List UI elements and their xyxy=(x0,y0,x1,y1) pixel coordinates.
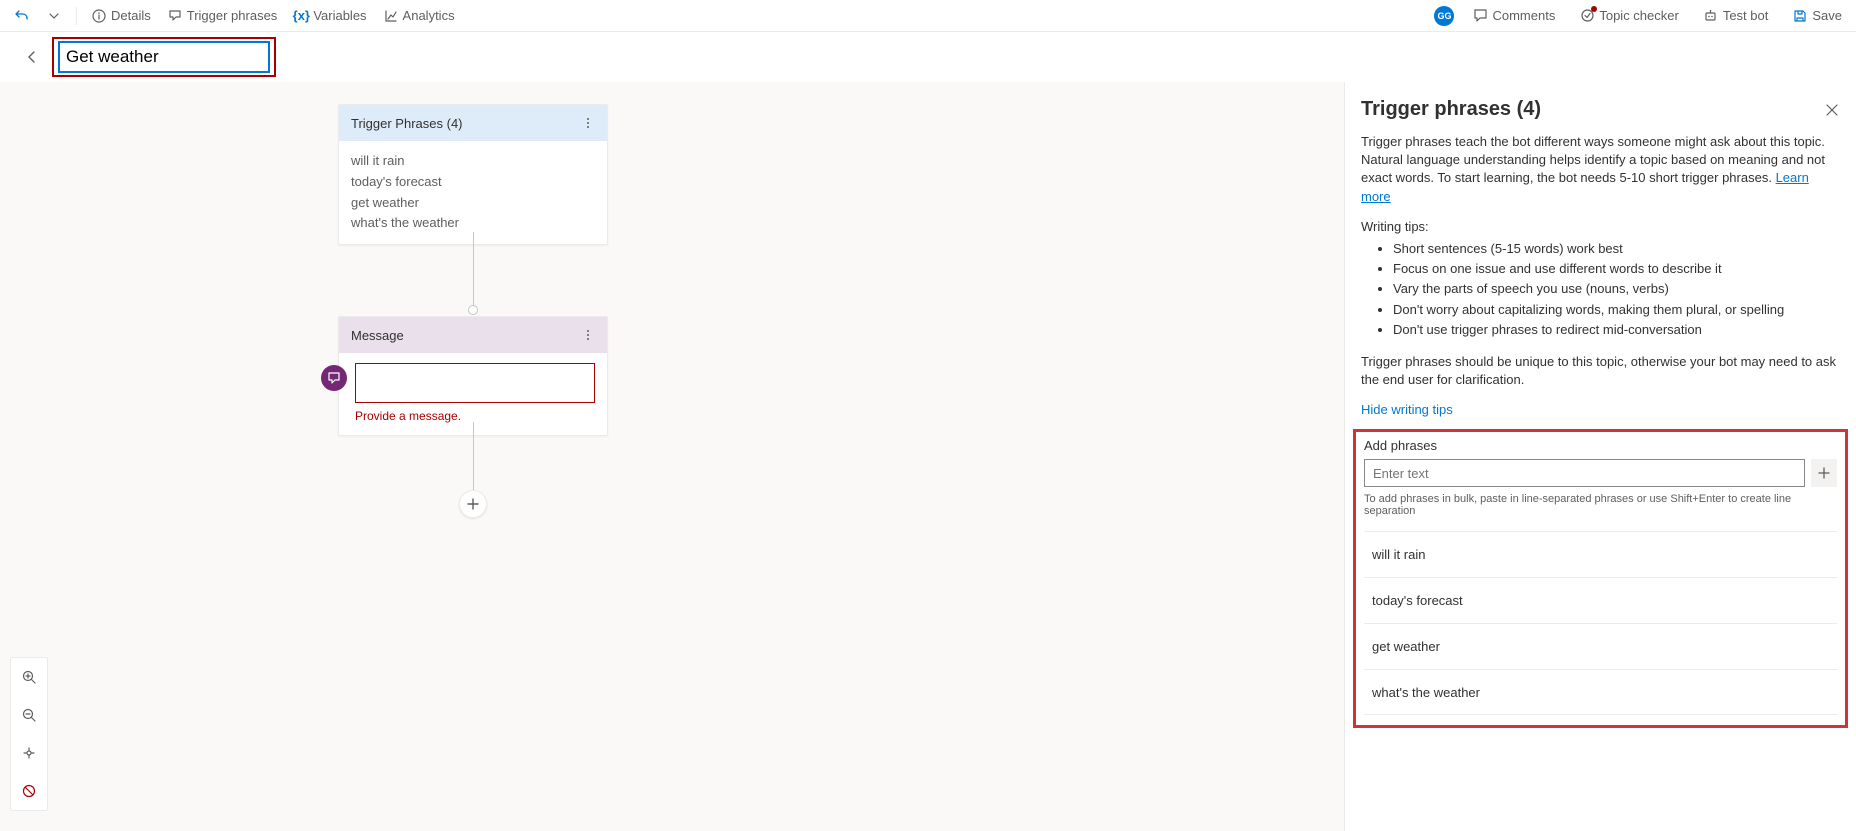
trigger-phrases-button[interactable]: Trigger phrases xyxy=(161,4,284,28)
topic-checker-icon xyxy=(1579,8,1595,24)
tip-item: Don't use trigger phrases to redirect mi… xyxy=(1393,321,1840,339)
save-icon xyxy=(1792,8,1808,24)
writing-tips-list: Short sentences (5-15 words) work best F… xyxy=(1361,240,1840,339)
add-phrases-label: Add phrases xyxy=(1364,438,1837,453)
details-label: Details xyxy=(111,8,151,23)
analytics-button[interactable]: Analytics xyxy=(377,4,461,28)
message-node-header: Message xyxy=(339,317,607,353)
topic-checker-label: Topic checker xyxy=(1599,8,1678,23)
save-label: Save xyxy=(1812,8,1842,23)
comment-icon xyxy=(1472,8,1488,24)
analytics-label: Analytics xyxy=(403,8,455,23)
test-bot-button[interactable]: Test bot xyxy=(1697,4,1775,28)
reset-button[interactable] xyxy=(11,772,47,810)
undo-icon xyxy=(14,8,30,24)
panel-title: Trigger phrases (4) xyxy=(1361,98,1541,121)
phrase-item[interactable]: will it rain xyxy=(1364,531,1837,577)
variables-label: Variables xyxy=(313,8,366,23)
message-error-text: Provide a message. xyxy=(355,409,595,423)
trigger-node-header: Trigger Phrases (4) xyxy=(339,105,607,141)
unique-note: Trigger phrases should be unique to this… xyxy=(1361,353,1840,389)
message-icon xyxy=(321,365,347,391)
info-icon xyxy=(91,8,107,24)
topic-title-input[interactable] xyxy=(66,47,262,67)
chevron-down-icon xyxy=(46,8,62,24)
topic-checker-button[interactable]: Topic checker xyxy=(1573,4,1684,28)
add-phrase-hint: To add phrases in bulk, paste in line-se… xyxy=(1364,493,1837,517)
panel-description: Trigger phrases teach the bot different … xyxy=(1361,133,1840,206)
connector xyxy=(473,422,474,490)
top-toolbar: Details Trigger phrases {x} Variables An… xyxy=(0,0,1856,32)
panel-body: Trigger phrases teach the bot different … xyxy=(1345,133,1856,419)
message-node[interactable]: Message Provide a message. xyxy=(338,316,608,436)
fit-button[interactable] xyxy=(11,734,47,772)
zoom-controls xyxy=(10,657,48,811)
message-input[interactable] xyxy=(355,363,595,403)
phrase-item[interactable]: today's forecast xyxy=(1364,577,1837,623)
trigger-phrase-text: get weather xyxy=(351,193,595,214)
trigger-phrase-text: will it rain xyxy=(351,151,595,172)
more-icon[interactable] xyxy=(581,328,595,342)
back-button[interactable] xyxy=(24,49,40,65)
trigger-icon xyxy=(167,8,183,24)
panel-header: Trigger phrases (4) xyxy=(1345,98,1856,133)
undo-button[interactable] xyxy=(8,4,36,28)
zoom-out-button[interactable] xyxy=(11,696,47,734)
message-node-title: Message xyxy=(351,328,404,343)
divider xyxy=(76,7,77,25)
trigger-phrases-panel: Trigger phrases (4) Trigger phrases teac… xyxy=(1344,82,1856,831)
trigger-node-body: will it rain today's forecast get weathe… xyxy=(339,141,607,244)
toolbar-left: Details Trigger phrases {x} Variables An… xyxy=(8,4,461,28)
bot-icon xyxy=(1703,8,1719,24)
trigger-phrases-node[interactable]: Trigger Phrases (4) will it rain today's… xyxy=(338,104,608,245)
save-button[interactable]: Save xyxy=(1786,4,1848,28)
tip-item: Vary the parts of speech you use (nouns,… xyxy=(1393,280,1840,298)
more-icon[interactable] xyxy=(581,116,595,130)
variables-button[interactable]: {x} Variables xyxy=(287,4,372,28)
trigger-phrase-text: today's forecast xyxy=(351,172,595,193)
tip-item: Short sentences (5-15 words) work best xyxy=(1393,240,1840,258)
tip-item: Don't worry about capitalizing words, ma… xyxy=(1393,301,1840,319)
toolbar-right: GG Comments Topic checker Test bot Save xyxy=(1434,4,1848,28)
title-row xyxy=(0,32,1856,82)
zoom-in-button[interactable] xyxy=(11,658,47,696)
connector-dot xyxy=(468,305,478,315)
details-button[interactable]: Details xyxy=(85,4,157,28)
analytics-icon xyxy=(383,8,399,24)
canvas-area[interactable]: Trigger Phrases (4) will it rain today's… xyxy=(0,82,1344,831)
connector xyxy=(473,232,474,310)
hide-tips-link[interactable]: Hide writing tips xyxy=(1361,401,1840,419)
tip-item: Focus on one issue and use different wor… xyxy=(1393,260,1840,278)
comments-button[interactable]: Comments xyxy=(1466,4,1561,28)
trigger-phrases-label: Trigger phrases xyxy=(187,8,278,23)
avatar[interactable]: GG xyxy=(1434,6,1454,26)
add-node-button[interactable] xyxy=(459,490,487,518)
undo-dropdown-button[interactable] xyxy=(40,4,68,28)
title-highlight xyxy=(52,37,276,77)
phrase-list: will it rain today's forecast get weathe… xyxy=(1364,531,1837,715)
add-phrases-block: Add phrases To add phrases in bulk, past… xyxy=(1353,429,1848,728)
main: Trigger Phrases (4) will it rain today's… xyxy=(0,82,1856,831)
add-phrases-row xyxy=(1364,459,1837,487)
variables-icon: {x} xyxy=(293,8,309,24)
close-button[interactable] xyxy=(1824,102,1840,118)
comments-label: Comments xyxy=(1492,8,1555,23)
test-bot-label: Test bot xyxy=(1723,8,1769,23)
writing-tips-label: Writing tips: xyxy=(1361,218,1840,236)
trigger-node-title: Trigger Phrases (4) xyxy=(351,116,463,131)
phrase-item[interactable]: what's the weather xyxy=(1364,669,1837,715)
add-phrase-input[interactable] xyxy=(1364,459,1805,487)
title-input-wrapper xyxy=(58,41,270,73)
phrase-item[interactable]: get weather xyxy=(1364,623,1837,669)
add-phrase-button[interactable] xyxy=(1811,459,1837,487)
